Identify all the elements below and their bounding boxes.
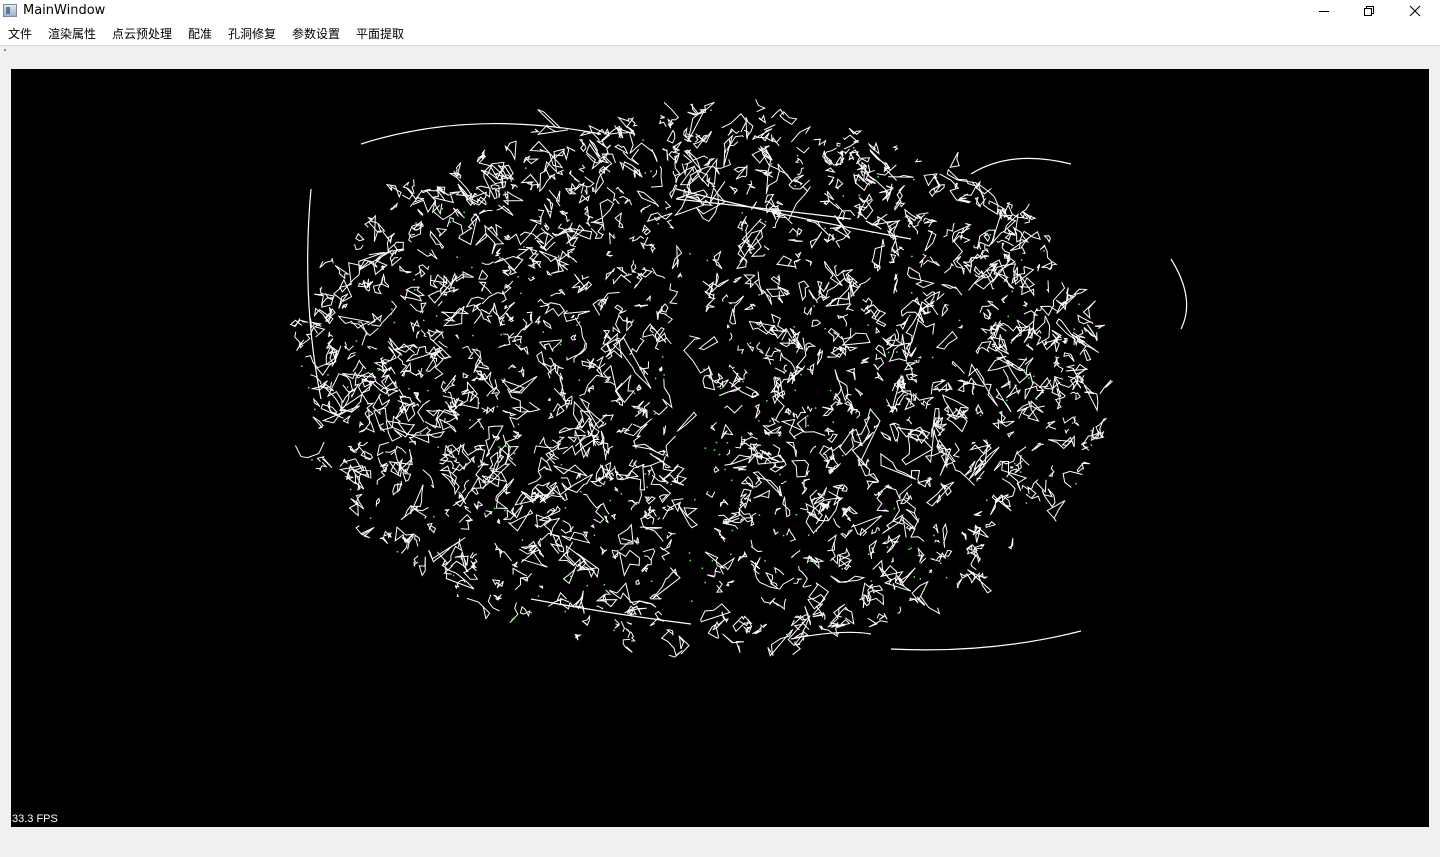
point-cloud-render — [289, 99, 1188, 658]
menu-file[interactable]: 文件 — [8, 25, 32, 43]
fps-counter: 33.3 FPS — [12, 813, 58, 825]
point-cloud-viewport[interactable]: 33.3 FPS — [11, 69, 1429, 827]
minimize-icon — [1319, 11, 1329, 12]
menu-bar: 文件 渲染属性 点云预处理 配准 孔洞修复 参数设置 平面提取 — [0, 22, 1440, 45]
menu-registration[interactable]: 配准 — [188, 25, 212, 43]
menu-render-properties[interactable]: 渲染属性 — [48, 25, 96, 43]
menu-parameter-settings[interactable]: 参数设置 — [292, 25, 340, 43]
restore-icon — [1364, 6, 1374, 16]
minimize-button[interactable] — [1301, 0, 1347, 22]
app-icon — [3, 4, 17, 17]
window-title: MainWindow — [23, 3, 106, 18]
menu-hole-repair[interactable]: 孔洞修复 — [228, 25, 276, 43]
menu-point-cloud-preprocess[interactable]: 点云预处理 — [112, 25, 172, 43]
toolbar — [0, 45, 1440, 60]
close-button[interactable] — [1392, 0, 1438, 22]
restore-button[interactable] — [1346, 0, 1392, 22]
menu-plane-extraction[interactable]: 平面提取 — [356, 25, 404, 43]
toolbar-grip[interactable] — [4, 49, 6, 51]
title-bar[interactable]: MainWindow — [0, 0, 1440, 22]
close-icon — [1409, 5, 1421, 17]
edge-contours — [289, 99, 1113, 658]
